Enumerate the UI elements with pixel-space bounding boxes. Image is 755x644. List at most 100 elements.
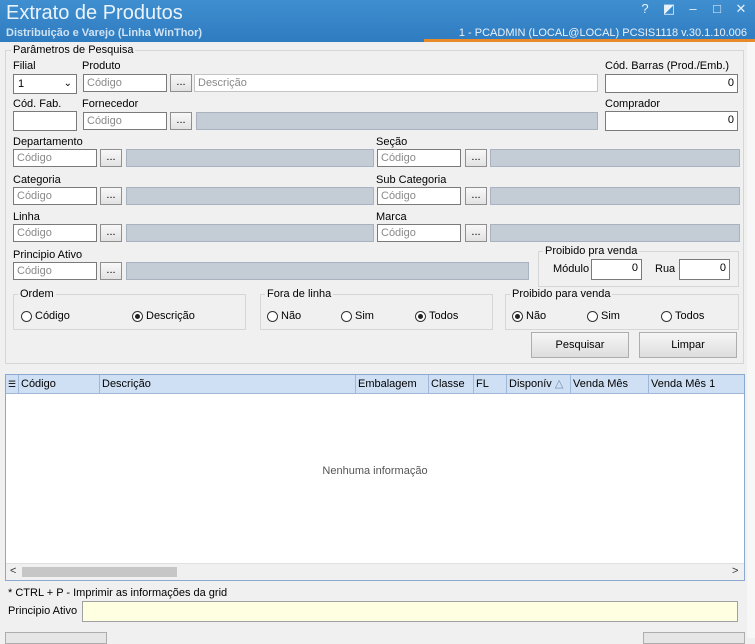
- radio-label: Código: [35, 310, 70, 322]
- codfab-input[interactable]: [13, 111, 77, 131]
- pesquisar-button[interactable]: Pesquisar: [531, 332, 629, 358]
- system-info: 1 - PCADMIN (LOCAL@LOCAL) PCSIS1118 v.30…: [458, 27, 747, 39]
- produto-lookup-button[interactable]: ...: [170, 74, 192, 92]
- linha-code-input[interactable]: Código: [13, 224, 97, 242]
- secao-label: Seção: [376, 136, 408, 148]
- departamento-code-input[interactable]: Código: [13, 149, 97, 167]
- results-grid[interactable]: ☰ Código Descrição Embalagem Classe FL D…: [5, 374, 745, 581]
- scrollbar-thumb[interactable]: [22, 567, 177, 577]
- comprador-input[interactable]: 0: [605, 111, 738, 131]
- categoria-label: Categoria: [13, 174, 61, 186]
- radio-circle: [267, 310, 278, 322]
- print-hint: * CTRL + P - Imprimir as informações da …: [8, 587, 228, 599]
- ordem-codigo-radio[interactable]: Código: [21, 310, 70, 322]
- codfab-label: Cód. Fab.: [13, 98, 62, 110]
- fora-linha-todos-radio[interactable]: Todos: [415, 310, 458, 322]
- radio-label: Não: [281, 310, 302, 322]
- secao-lookup-button[interactable]: ...: [465, 149, 487, 167]
- radio-circle: [132, 310, 143, 322]
- produto-description-field[interactable]: Descrição: [194, 74, 598, 92]
- help-icon[interactable]: ?: [637, 2, 653, 16]
- subcategoria-code-input[interactable]: Código: [377, 187, 461, 205]
- title-bar: Extrato de Produtos Distribuição e Varej…: [0, 0, 755, 42]
- radio-circle: [587, 310, 598, 322]
- limpar-button[interactable]: Limpar: [639, 332, 737, 358]
- minimize-icon[interactable]: –: [685, 2, 701, 16]
- radio-label: Sim: [355, 310, 374, 322]
- principio-ativo-label: Principio Ativo: [13, 249, 83, 261]
- principio-ativo-code-input[interactable]: Código: [13, 262, 97, 280]
- bottom-right-button-edge[interactable]: [643, 632, 745, 644]
- categoria-code-input[interactable]: Código: [13, 187, 97, 205]
- radio-circle: [661, 310, 672, 322]
- bottom-left-button-edge[interactable]: [5, 632, 107, 644]
- radio-label: Descrição: [146, 310, 195, 322]
- departamento-label: Departamento: [13, 136, 83, 148]
- fornecedor-description-field: [196, 112, 598, 130]
- proibido-sim-radio[interactable]: Sim: [587, 310, 620, 322]
- footer-principio-ativo-label: Principio Ativo: [8, 605, 78, 617]
- departamento-lookup-button[interactable]: ...: [100, 149, 122, 167]
- secao-code-input[interactable]: Código: [377, 149, 461, 167]
- proibido-pra-venda-legend: Proibido pra venda: [543, 245, 640, 257]
- ordem-descricao-radio[interactable]: Descrição: [132, 310, 195, 322]
- grid-empty-message: Nenhuma informação: [322, 465, 428, 477]
- grid-header: ☰ Código Descrição Embalagem Classe FL D…: [6, 375, 744, 394]
- radio-circle: [21, 310, 32, 322]
- principio-ativo-lookup-button[interactable]: ...: [100, 262, 122, 280]
- radio-label: Não: [526, 310, 547, 322]
- radio-label: Todos: [675, 310, 705, 322]
- filial-value: 1: [18, 78, 25, 90]
- footer-principio-ativo-field[interactable]: [82, 601, 738, 622]
- proibido-para-venda-legend: Proibido para venda: [510, 288, 613, 300]
- title-accent-line: [424, 39, 755, 42]
- marca-label: Marca: [376, 211, 407, 223]
- ordem-legend: Ordem: [18, 288, 56, 300]
- fornecedor-label: Fornecedor: [82, 98, 139, 110]
- window-subtitle: Distribuição e Varejo (Linha WinThor): [6, 27, 203, 39]
- column-disponivel[interactable]: Disponív △: [506, 375, 569, 393]
- radio-label: Sim: [601, 310, 620, 322]
- radio-label: Todos: [429, 310, 459, 322]
- fornecedor-lookup-button[interactable]: ...: [170, 112, 192, 130]
- proibido-todos-radio[interactable]: Todos: [661, 310, 704, 322]
- proibido-nao-radio[interactable]: Não: [512, 310, 546, 322]
- right-edge-strip: [747, 42, 755, 638]
- fora-de-linha-legend: Fora de linha: [265, 288, 334, 300]
- linha-description-field: [126, 224, 374, 242]
- modulo-input[interactable]: 0: [591, 259, 642, 280]
- close-icon[interactable]: ✕: [733, 2, 749, 16]
- categoria-lookup-button[interactable]: ...: [100, 187, 122, 205]
- radio-circle: [415, 310, 426, 322]
- fornecedor-code-input[interactable]: Código: [83, 112, 167, 130]
- principio-ativo-description-field: [126, 262, 529, 280]
- horizontal-scrollbar[interactable]: < >: [6, 563, 744, 580]
- departamento-description-field: [126, 149, 374, 167]
- codbarras-label: Cód. Barras (Prod./Emb.): [605, 60, 730, 72]
- column-fl[interactable]: FL: [473, 375, 506, 393]
- rua-input[interactable]: 0: [679, 259, 730, 280]
- restore-layout-icon[interactable]: ◩: [661, 2, 677, 16]
- window-title: Extrato de Produtos: [6, 2, 183, 24]
- fora-linha-nao-radio[interactable]: Não: [267, 310, 301, 322]
- modulo-label: Módulo: [553, 263, 590, 275]
- column-classe[interactable]: Classe: [428, 375, 473, 393]
- fora-linha-sim-radio[interactable]: Sim: [341, 310, 374, 322]
- filial-select[interactable]: 1 ⌄: [13, 74, 77, 94]
- produto-code-input[interactable]: Código: [83, 74, 167, 92]
- sort-ascending-icon: △: [554, 378, 564, 390]
- column-venda-mes-1[interactable]: Venda Mês 1: [648, 375, 745, 393]
- scroll-right-icon[interactable]: >: [732, 565, 738, 577]
- marca-code-input[interactable]: Código: [377, 224, 461, 242]
- maximize-icon[interactable]: □: [709, 2, 725, 16]
- column-venda-mes[interactable]: Venda Mês: [570, 375, 647, 393]
- codbarras-input[interactable]: 0: [605, 74, 738, 93]
- column-embalagem[interactable]: Embalagem: [355, 375, 426, 393]
- subcategoria-lookup-button[interactable]: ...: [465, 187, 487, 205]
- linha-label: Linha: [13, 211, 40, 223]
- linha-lookup-button[interactable]: ...: [100, 224, 122, 242]
- column-codigo[interactable]: Código: [18, 375, 99, 393]
- column-descricao[interactable]: Descrição: [99, 375, 354, 393]
- marca-lookup-button[interactable]: ...: [465, 224, 487, 242]
- scroll-left-icon[interactable]: <: [10, 565, 16, 577]
